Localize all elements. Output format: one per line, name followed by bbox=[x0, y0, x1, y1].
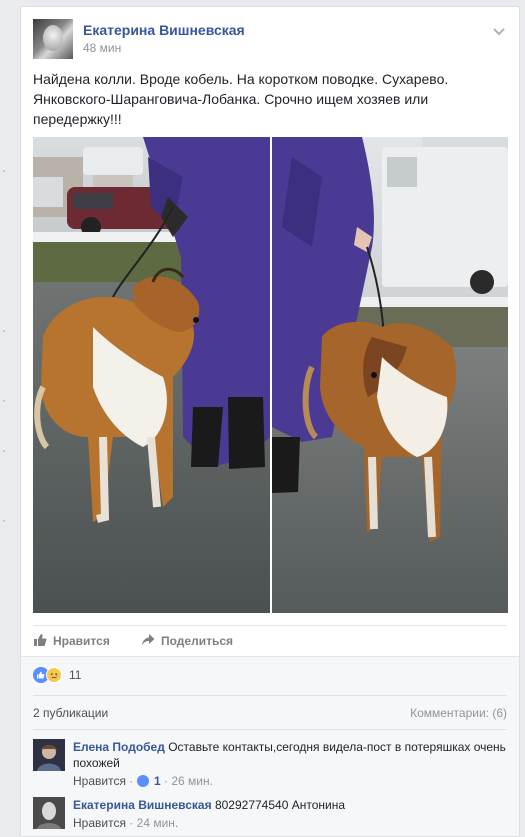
share-button[interactable]: Поделиться bbox=[141, 634, 233, 648]
edge-marker bbox=[3, 330, 5, 332]
reaction-count: 11 bbox=[69, 668, 82, 682]
sad-reaction-icon bbox=[46, 667, 62, 683]
edge-marker bbox=[3, 170, 5, 172]
commenter-avatar[interactable] bbox=[33, 797, 65, 829]
chevron-down-icon[interactable] bbox=[491, 23, 507, 39]
comment-body: Елена Подобед Оставьте контакты,сегодня … bbox=[73, 739, 507, 789]
photo-collie-right[interactable] bbox=[272, 137, 508, 613]
like-button-label: Нравится bbox=[53, 634, 110, 648]
post-card: Екатерина Вишневская 48 мин Найдена колл… bbox=[20, 6, 520, 837]
edge-marker bbox=[3, 520, 5, 522]
post-header: Екатерина Вишневская 48 мин bbox=[33, 19, 507, 59]
left-edge-strip bbox=[0, 0, 20, 837]
comment-like-link[interactable]: Нравится bbox=[73, 774, 126, 788]
meta-separator: · bbox=[129, 816, 137, 830]
share-arrow-icon bbox=[142, 634, 155, 646]
edge-marker bbox=[3, 400, 5, 402]
comment-meta: Нравится · 1 · 26 мин. bbox=[73, 773, 507, 789]
avatar-face bbox=[43, 25, 63, 51]
post-timestamp[interactable]: 48 мин bbox=[83, 41, 121, 55]
post-photos bbox=[33, 137, 508, 613]
comment-time[interactable]: 26 мин. bbox=[171, 774, 213, 788]
comment-author[interactable]: Екатерина Вишневская bbox=[73, 798, 212, 812]
photo-collie-left[interactable] bbox=[33, 137, 270, 613]
comment-text: 80292774540 Антонина bbox=[214, 798, 345, 812]
author-avatar[interactable] bbox=[33, 19, 73, 59]
comment-author[interactable]: Елена Подобед bbox=[73, 740, 165, 754]
shares-link[interactable]: 2 публикации bbox=[33, 706, 108, 720]
commenter-avatar[interactable] bbox=[33, 739, 65, 771]
comment-like-link[interactable]: Нравится bbox=[73, 816, 126, 830]
comment-meta: Нравится · 24 мин. bbox=[73, 815, 507, 831]
comments-count-link[interactable]: Комментарии: (6) bbox=[410, 706, 507, 720]
like-button[interactable]: Нравится bbox=[33, 634, 110, 648]
divider bbox=[33, 695, 507, 696]
post-author-name[interactable]: Екатерина Вишневская bbox=[83, 22, 245, 38]
like-badge-icon bbox=[136, 775, 149, 787]
comment-like-count[interactable]: 1 bbox=[154, 774, 161, 788]
thumbs-up-icon bbox=[34, 634, 47, 646]
comment-body: Екатерина Вишневская 80292774540 Антонин… bbox=[73, 797, 507, 831]
post-text: Найдена колли. Вроде кобель. На коротком… bbox=[33, 71, 449, 127]
share-button-label: Поделиться bbox=[161, 634, 234, 648]
post-actions-bar: Нравится Поделиться bbox=[33, 625, 507, 656]
comment-time[interactable]: 24 мин. bbox=[137, 816, 179, 830]
feedback-section: 11 2 публикации Комментарии: (6) Елена П… bbox=[21, 656, 519, 836]
meta-separator: · bbox=[129, 774, 137, 788]
divider bbox=[33, 729, 507, 730]
edge-marker bbox=[3, 450, 5, 452]
